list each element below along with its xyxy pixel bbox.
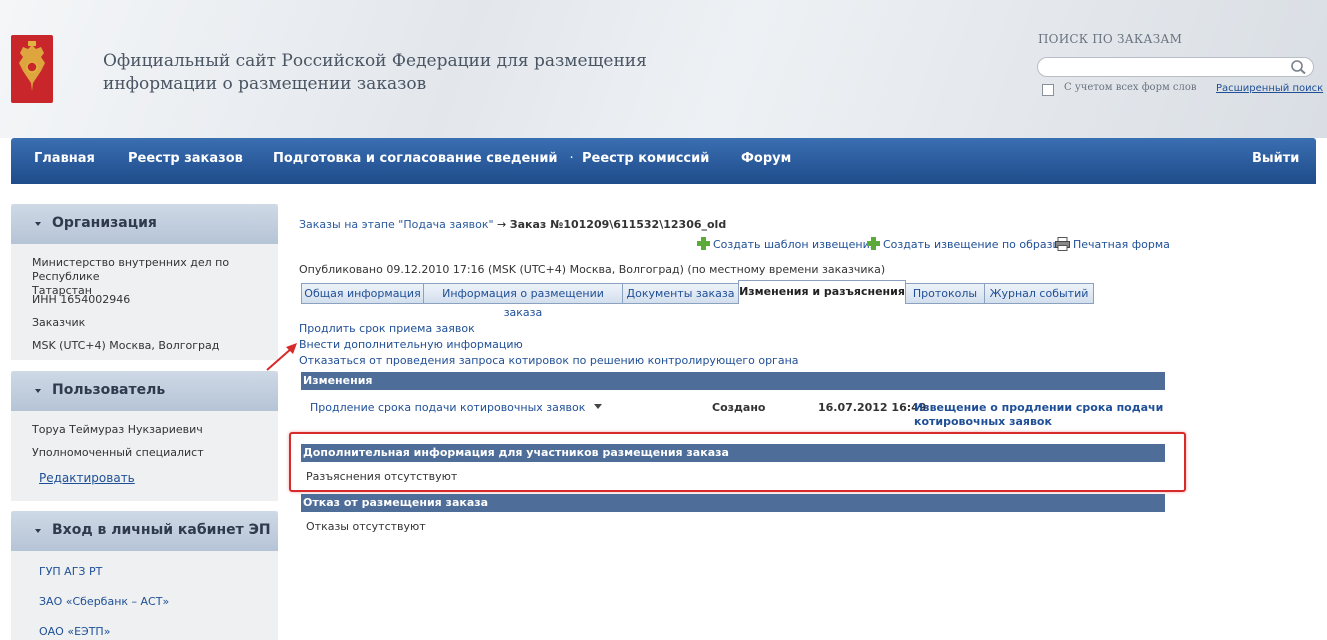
breadcrumb-orders-link[interactable]: Заказы на этапе "Подача заявок": [299, 218, 494, 231]
extend-deadline-link[interactable]: Продлить срок приема заявок: [299, 322, 475, 335]
print-form-button[interactable]: Печатная форма: [1055, 237, 1170, 254]
nav-forum[interactable]: Форум: [741, 151, 791, 166]
nav-home[interactable]: Главная: [34, 151, 95, 166]
nav-preparation[interactable]: Подготовка и согласование сведений ·: [273, 151, 574, 166]
create-by-sample-button[interactable]: Создать извещение по образцу: [867, 237, 1066, 251]
breadcrumb-current: Заказ №101209\611532\12306_old: [509, 218, 727, 231]
main-nav: Главная Реестр заказов Подготовка и согл…: [11, 138, 1316, 184]
additional-info-text: Разъяснения отсутствуют: [306, 470, 458, 483]
search-icon[interactable]: [1290, 59, 1308, 75]
nav-preparation-label: Подготовка и согласование сведений: [273, 151, 558, 166]
change-row-document-line1: Извещение о продлении срока подачи: [914, 401, 1164, 414]
nav-commissions[interactable]: Реестр комиссий: [582, 151, 709, 166]
organization-panel-title: Организация: [52, 215, 157, 231]
annotation-arrow-icon: [266, 343, 297, 371]
coat-of-arms-icon[interactable]: [11, 35, 53, 103]
collapse-arrow-icon: [35, 529, 41, 533]
create-template-button[interactable]: Создать шаблон извещения: [697, 237, 876, 251]
print-form-label: Печатная форма: [1073, 238, 1170, 251]
ep-panel-header[interactable]: Вход в личный кабинет ЭП: [11, 511, 278, 551]
ep-link-eetp[interactable]: ОАО «ЕЭТП»: [39, 625, 110, 638]
collapse-arrow-icon: [35, 389, 41, 393]
plus-icon: [697, 237, 710, 250]
organization-timezone: MSK (UTC+4) Москва, Волгоград: [32, 339, 220, 352]
word-forms-checkbox[interactable]: [1042, 84, 1054, 96]
collapse-arrow-icon: [35, 222, 41, 226]
site-title-line1: Официальный сайт Российской Федерации дл…: [103, 51, 647, 71]
tab-protocols[interactable]: Протоколы: [905, 283, 985, 304]
advanced-search-link[interactable]: Расширенный поиск: [1216, 83, 1323, 94]
highlight-box: [289, 432, 1186, 492]
organization-role: Заказчик: [32, 316, 86, 329]
user-name: Торуа Теймураз Нукзариевич: [32, 423, 203, 436]
create-template-label: Создать шаблон извещения: [713, 238, 877, 251]
ep-link-sberbank[interactable]: ЗАО «Сбербанк – АСТ»: [39, 595, 169, 608]
organization-name-line1: Министерство внутренних дел по Республик…: [32, 256, 230, 283]
published-info: Опубликовано 09.12.2010 17:16 (MSK (UTC+…: [299, 263, 886, 276]
change-row-document-link[interactable]: Извещение о продлении срока подачи котир…: [914, 401, 1163, 429]
change-row-name[interactable]: Продление срока подачи котировочных заяв…: [310, 401, 603, 414]
site-title: Официальный сайт Российской Федерации дл…: [103, 50, 663, 96]
site-title-line2: информации о размещении заказов: [103, 74, 427, 94]
user-panel: Пользователь Торуа Теймураз Нукзариевич …: [11, 371, 278, 501]
ep-link-agz[interactable]: ГУП АГЗ РТ: [39, 565, 102, 578]
user-panel-title: Пользователь: [52, 382, 166, 398]
refusal-section-header: Отказ от размещения заказа: [301, 494, 1165, 512]
word-forms-label: С учетом всех форм слов: [1064, 82, 1197, 93]
search-caption: ПОИСК ПО ЗАКАЗАМ: [1038, 32, 1183, 46]
edit-profile-link[interactable]: Редактировать: [39, 471, 135, 485]
user-panel-header[interactable]: Пользователь: [11, 371, 278, 411]
changes-section-header: Изменения: [301, 372, 1165, 390]
logout-button[interactable]: Выйти: [1252, 151, 1299, 166]
change-row-datetime: 16.07.2012 16:49: [818, 401, 927, 414]
ep-panel-title: Вход в личный кабинет ЭП: [52, 522, 271, 538]
dropdown-arrow-icon[interactable]: [594, 404, 603, 409]
tab-changes[interactable]: Изменения и разъяснения: [738, 280, 906, 304]
organization-panel: Организация Министерство внутренних дел …: [11, 204, 278, 360]
organization-name: Министерство внутренних дел по Республик…: [32, 256, 278, 298]
refuse-link[interactable]: Отказаться от проведения запроса котиров…: [299, 354, 799, 367]
change-row-status: Создано: [712, 401, 766, 414]
breadcrumb: Заказы на этапе "Подача заявок" → Заказ …: [299, 218, 726, 231]
tab-general[interactable]: Общая информация: [301, 283, 424, 304]
create-by-sample-label: Создать извещение по образцу: [883, 238, 1067, 251]
search-input[interactable]: [1037, 57, 1314, 77]
printer-icon: [1055, 237, 1070, 254]
user-position: Уполномоченный специалист: [32, 446, 204, 459]
add-info-link[interactable]: Внести дополнительную информацию: [299, 338, 523, 351]
site-header: Официальный сайт Российской Федерации дл…: [0, 0, 1327, 138]
nav-orders-registry[interactable]: Реестр заказов: [128, 151, 243, 166]
refusal-text: Отказы отсутствуют: [306, 520, 426, 533]
additional-info-section-header: Дополнительная информация для участников…: [301, 444, 1165, 462]
tab-placement-info[interactable]: Информация о размещении заказа: [423, 283, 623, 319]
change-row-name-label: Продление срока подачи котировочных заяв…: [310, 401, 586, 414]
change-row-document-line2: котировочных заявок: [914, 415, 1052, 428]
organization-inn: ИНН 1654002946: [32, 293, 131, 306]
tab-event-log[interactable]: Журнал событий: [984, 283, 1094, 304]
ep-panel: Вход в личный кабинет ЭП ГУП АГЗ РТ ЗАО …: [11, 511, 278, 640]
tab-documents[interactable]: Документы заказа: [622, 283, 739, 304]
plus-icon: [867, 237, 880, 250]
breadcrumb-arrow: →: [497, 218, 507, 231]
organization-panel-header[interactable]: Организация: [11, 204, 278, 244]
dropdown-dot-icon: ·: [569, 151, 574, 166]
